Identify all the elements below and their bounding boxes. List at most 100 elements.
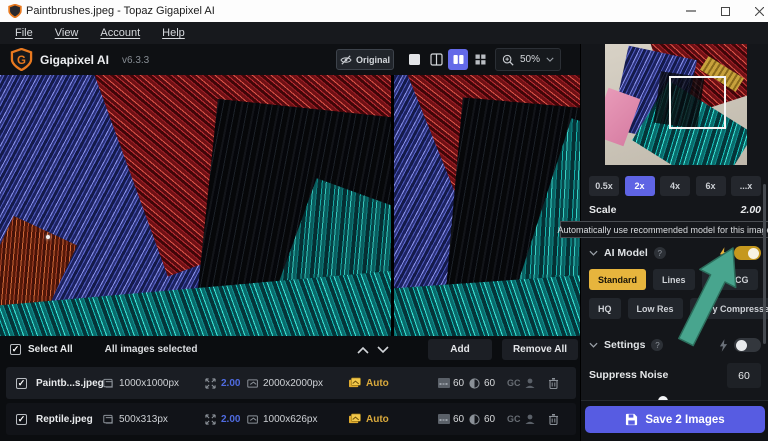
- auto-model-toggle[interactable]: [734, 246, 761, 260]
- save-disk-icon: [626, 413, 638, 426]
- zoom-control[interactable]: 50%: [495, 48, 561, 71]
- output-image-icon: [247, 378, 258, 388]
- chevron-up-icon[interactable]: [357, 346, 370, 354]
- model-art-cg-button[interactable]: Art & CG: [701, 269, 758, 290]
- svg-text:G: G: [17, 55, 26, 67]
- model-very-compressed-button[interactable]: Very Compressed: [689, 298, 768, 319]
- sidebar-scrollbar[interactable]: [763, 184, 766, 344]
- chevron-down-icon[interactable]: [589, 342, 598, 348]
- menu-account[interactable]: Account: [89, 24, 151, 42]
- menu-view[interactable]: View: [44, 24, 90, 42]
- view-split-button[interactable]: [426, 49, 446, 70]
- suppress-noise-value[interactable]: 60: [727, 363, 761, 388]
- chevron-down-icon[interactable]: [377, 345, 390, 354]
- save-area: Save 2 Images: [581, 400, 768, 441]
- resize-arrows-icon: [205, 377, 216, 389]
- navigator-thumbnail[interactable]: [605, 44, 747, 165]
- navigator-selection-rect[interactable]: [669, 76, 726, 129]
- right-sidebar: 0.5x 2x 4x 6x ...x Scale 2.00 Automatica…: [557, 44, 768, 441]
- scale-readout: Scale 2.00: [589, 204, 761, 216]
- model-standard-button[interactable]: Standard: [589, 269, 647, 290]
- row-noise-value[interactable]: 60: [453, 378, 464, 389]
- app-logo-icon: [8, 4, 22, 18]
- menu-help[interactable]: Help: [151, 24, 196, 42]
- file-name: Reptile.jpeg: [36, 413, 93, 425]
- auto-mode-icon: [349, 377, 361, 388]
- model-lines-button[interactable]: Lines: [653, 269, 695, 290]
- gigapixel-cloud-label: GC: [507, 378, 521, 388]
- menu-file[interactable]: File: [4, 24, 44, 42]
- view-side-by-side-button[interactable]: [448, 49, 468, 70]
- auto-bolt-icon: [719, 246, 728, 260]
- gigapixel-cloud-label: GC: [507, 414, 521, 424]
- preview-pane-updated[interactable]: [394, 75, 580, 336]
- select-all-label[interactable]: Select All: [28, 344, 73, 355]
- scale-custom-button[interactable]: ...x: [731, 176, 761, 196]
- file-row[interactable]: ✓ Paintb...s.jpeg 1000x1000px 2.00 2000x…: [6, 367, 576, 399]
- toggle-knob: [736, 339, 747, 351]
- selection-status: All images selected: [104, 344, 198, 355]
- close-icon: [754, 6, 764, 16]
- preview-pane-original[interactable]: [0, 75, 391, 336]
- scale-2x-button[interactable]: 2x: [624, 176, 655, 196]
- side-by-side-view-icon: [453, 55, 463, 64]
- original-toggle-label: Original: [355, 54, 390, 65]
- model-buttons-row-1: Standard Lines Art & CG: [589, 269, 767, 290]
- model-hq-button[interactable]: HQ: [589, 298, 621, 319]
- row-nav-chevrons: [357, 345, 390, 354]
- row-scale-value[interactable]: 2.00: [221, 414, 240, 425]
- maximize-button[interactable]: [708, 0, 742, 22]
- gigapixel-window: Paintbrushes.jpeg - Topaz Gigapixel AI F…: [0, 0, 768, 441]
- preview-dust-spot: [46, 235, 50, 239]
- face-recovery-icon: [525, 378, 535, 388]
- auto-mode-label[interactable]: Auto: [366, 378, 389, 389]
- eye-slash-icon: [340, 54, 352, 65]
- blur-half-circle-icon: [469, 377, 480, 389]
- chevron-down-icon: [546, 57, 554, 62]
- blur-half-circle-icon: [469, 413, 480, 425]
- row-scale-value[interactable]: 2.00: [221, 378, 240, 389]
- app-name: Gigapixel AI: [40, 53, 109, 67]
- ai-model-label: AI Model: [604, 247, 648, 259]
- zoom-magnifier-icon: [502, 54, 514, 66]
- title-bar: Paintbrushes.jpeg - Topaz Gigapixel AI: [0, 0, 768, 22]
- auto-settings-toggle[interactable]: [734, 338, 761, 352]
- view-grid-button[interactable]: [470, 49, 490, 70]
- minimize-button[interactable]: [674, 0, 708, 22]
- row-checkbox[interactable]: ✓: [16, 413, 27, 425]
- auto-mode-label[interactable]: Auto: [366, 414, 389, 425]
- trash-icon[interactable]: [548, 413, 559, 425]
- scale-0-5x-button[interactable]: 0.5x: [589, 176, 619, 196]
- view-single-button[interactable]: [404, 49, 424, 70]
- ai-model-help-icon[interactable]: ?: [653, 247, 666, 259]
- toolbar: G Gigapixel AI v6.3.3 Original 50%: [0, 44, 580, 75]
- face-recovery-icon: [525, 414, 535, 424]
- close-button[interactable]: [742, 0, 768, 22]
- settings-label: Settings: [604, 339, 646, 351]
- row-noise-value[interactable]: 60: [453, 414, 464, 425]
- select-all-checkbox[interactable]: ✓: [10, 344, 21, 355]
- chevron-down-icon[interactable]: [589, 250, 598, 256]
- noise-grid-icon: [438, 378, 450, 388]
- view-mode-group: [404, 49, 490, 70]
- row-blur-value[interactable]: 60: [484, 378, 495, 389]
- scale-4x-button[interactable]: 4x: [660, 176, 690, 196]
- row-checkbox[interactable]: ✓: [16, 377, 27, 389]
- save-images-button[interactable]: Save 2 Images: [585, 406, 765, 433]
- split-view-icon: [429, 53, 443, 66]
- model-low-res-button[interactable]: Low Res: [627, 298, 683, 319]
- add-button[interactable]: Add: [428, 339, 492, 360]
- app-version: v6.3.3: [122, 55, 150, 66]
- row-blur-value[interactable]: 60: [484, 414, 495, 425]
- window-title: Paintbrushes.jpeg - Topaz Gigapixel AI: [26, 5, 215, 17]
- input-image-icon: [103, 414, 113, 424]
- file-row[interactable]: ✓ Reptile.jpeg 500x313px 2.00 1000x626px…: [6, 403, 576, 435]
- scale-6x-button[interactable]: 6x: [695, 176, 726, 196]
- remove-all-button[interactable]: Remove All: [502, 339, 578, 360]
- original-toggle-button[interactable]: Original: [336, 49, 394, 70]
- settings-help-icon[interactable]: ?: [651, 339, 664, 351]
- input-size: 500x313px: [119, 413, 168, 425]
- trash-icon[interactable]: [548, 377, 559, 389]
- auto-mode-icon: [349, 413, 361, 424]
- scale-label: Scale: [589, 204, 617, 216]
